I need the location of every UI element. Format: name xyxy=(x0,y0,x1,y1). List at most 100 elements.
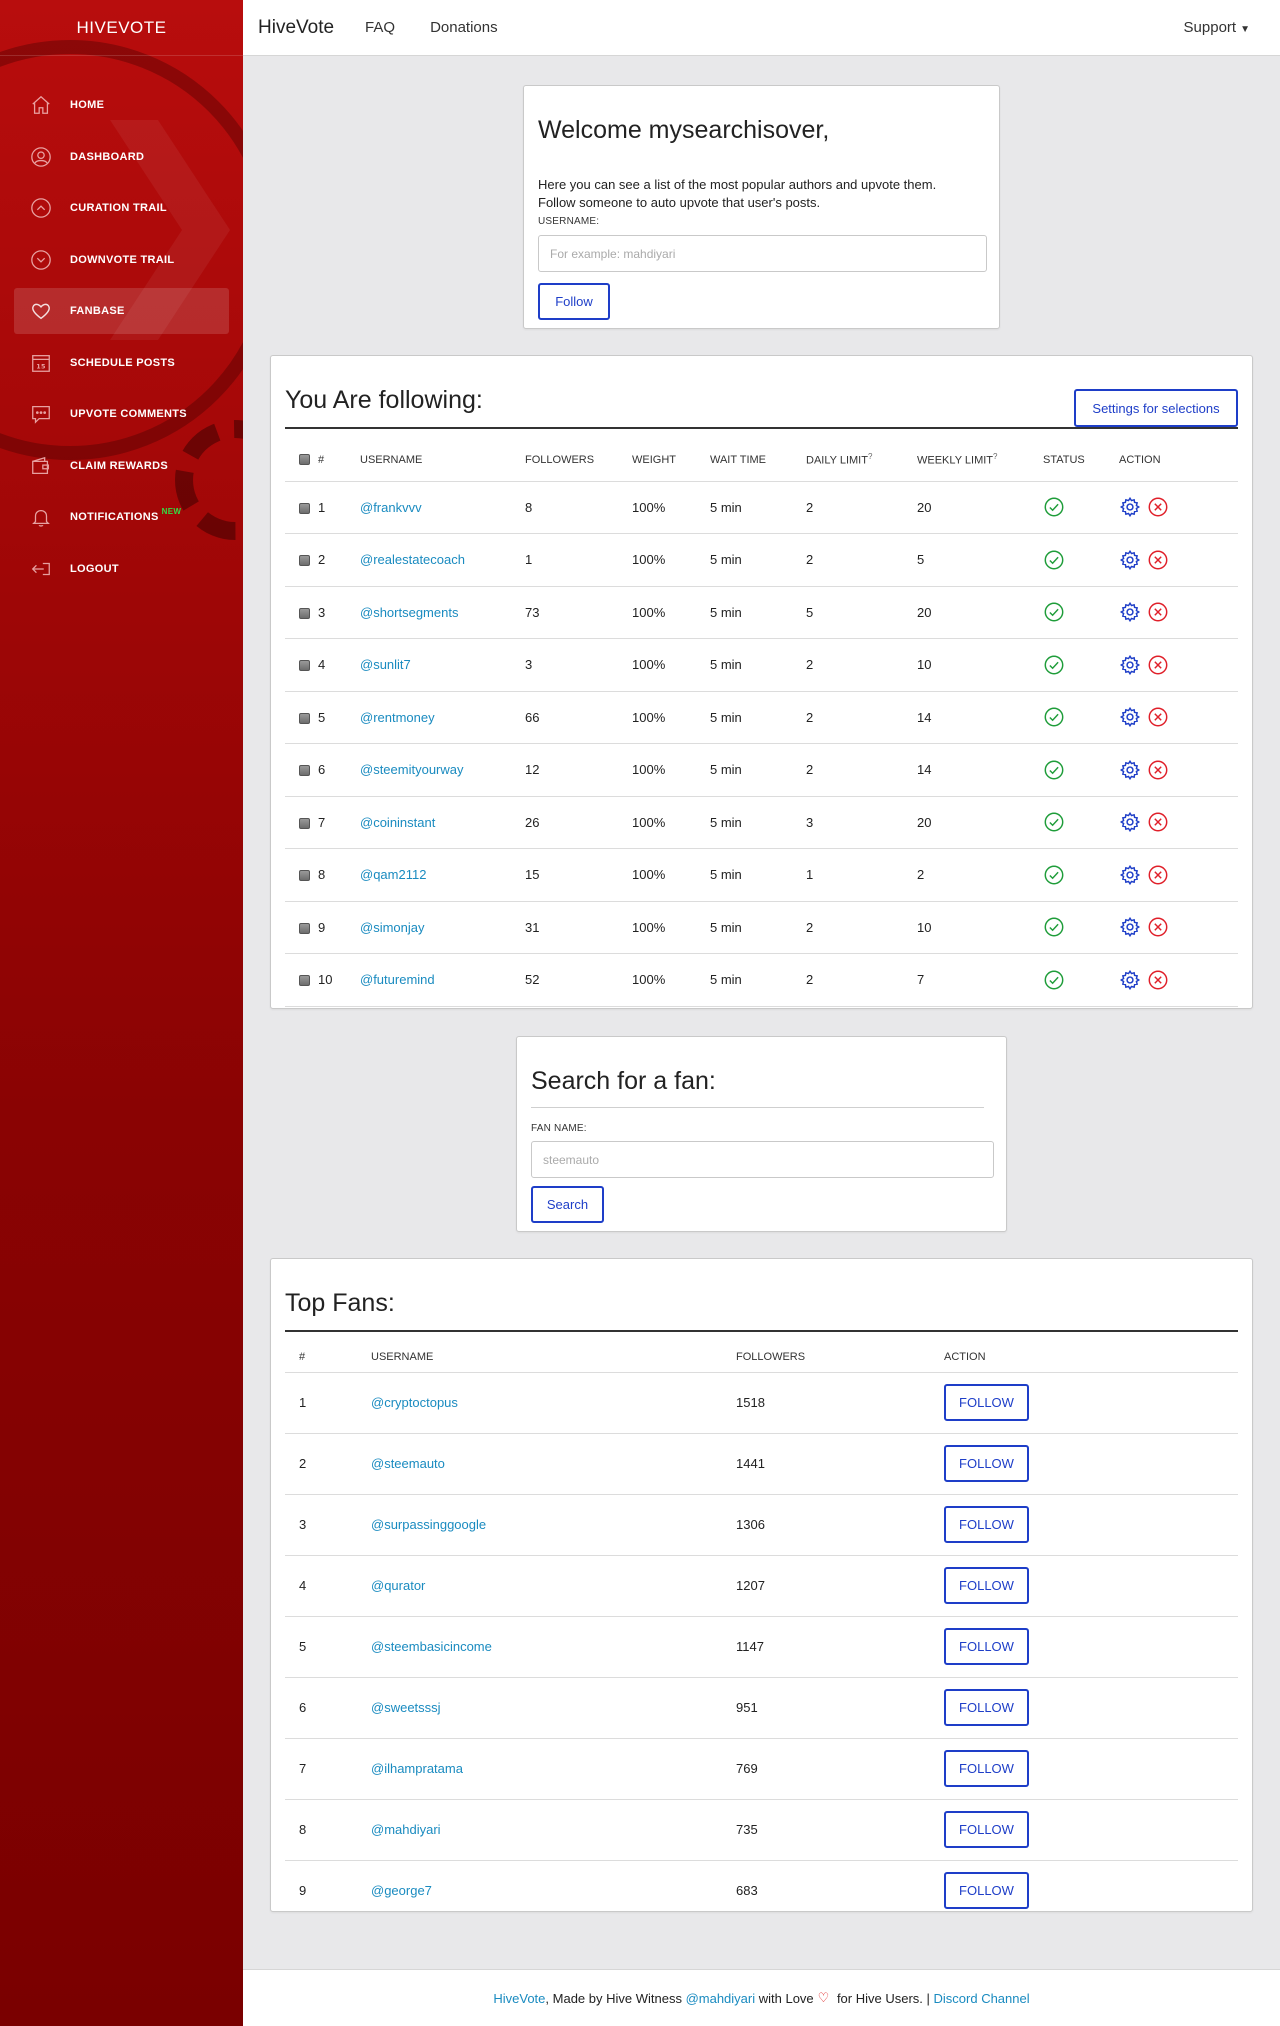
row-checkbox[interactable] xyxy=(299,975,310,987)
username-link[interactable]: @cryptoctopus xyxy=(371,1395,458,1410)
discord-link[interactable]: Discord Channel xyxy=(934,1991,1030,2006)
gear-icon[interactable] xyxy=(1119,601,1141,623)
sidebar-item-upvote-comments[interactable]: UPVOTE COMMENTS xyxy=(14,391,229,437)
username-input[interactable]: For example: mahdiyari xyxy=(538,235,987,272)
username-link[interactable]: @steemityourway xyxy=(360,762,464,777)
donations-link[interactable]: Donations xyxy=(430,19,498,36)
username-link[interactable]: @qam2112 xyxy=(360,867,426,882)
sidebar-item-logout[interactable]: LOGOUT xyxy=(14,546,229,592)
followers-cell: 1 xyxy=(525,533,632,587)
remove-circle-icon[interactable] xyxy=(1147,969,1169,991)
username-link[interactable]: @ilhampratama xyxy=(371,1761,463,1776)
gear-icon[interactable] xyxy=(1119,969,1141,991)
sidebar-item-schedule-posts[interactable]: 15 SCHEDULE POSTS xyxy=(14,340,229,386)
follow-fan-button[interactable]: FOLLOW xyxy=(944,1689,1029,1726)
row-checkbox[interactable] xyxy=(299,712,310,724)
welcome-description: Here you can see a list of the most popu… xyxy=(538,176,936,212)
app-title[interactable]: HiveVote xyxy=(258,17,334,39)
daily-limit-cell: 1 xyxy=(806,848,917,902)
remove-circle-icon[interactable] xyxy=(1147,864,1169,886)
row-checkbox[interactable] xyxy=(299,502,310,514)
gear-icon[interactable] xyxy=(1119,654,1141,676)
username-link[interactable]: @simonjay xyxy=(360,920,425,935)
remove-circle-icon[interactable] xyxy=(1147,601,1169,623)
gear-icon[interactable] xyxy=(1119,549,1141,571)
username-link[interactable]: @surpassinggoogle xyxy=(371,1517,486,1532)
table-row: 7 @ilhampratama 769 FOLLOW xyxy=(285,1738,1238,1800)
weekly-limit-cell: 14 xyxy=(917,743,1043,797)
username-link[interactable]: @sunlit7 xyxy=(360,657,411,672)
username-link[interactable]: @steembasicincome xyxy=(371,1639,492,1654)
remove-circle-icon[interactable] xyxy=(1147,549,1169,571)
username-link[interactable]: @rentmoney xyxy=(360,710,435,725)
user-icon xyxy=(30,146,52,168)
sidebar-item-downvote-trail[interactable]: DOWNVOTE TRAIL xyxy=(14,237,229,283)
col-header-weekly-limit[interactable]: WEEKLY LIMIT? xyxy=(917,439,1043,482)
sidebar-item-claim-rewards[interactable]: CLAIM REWARDS xyxy=(14,443,229,489)
faq-link[interactable]: FAQ xyxy=(365,19,395,36)
username-cell: @frankvvv xyxy=(360,481,525,534)
row-number: 7 xyxy=(318,796,360,849)
username-link[interactable]: @coininstant xyxy=(360,815,435,830)
col-header-daily-limit[interactable]: DAILY LIMIT? xyxy=(806,439,917,482)
gear-icon[interactable] xyxy=(1119,916,1141,938)
follow-fan-button[interactable]: FOLLOW xyxy=(944,1628,1029,1665)
witness-link[interactable]: @mahdiyari xyxy=(686,1991,756,2006)
col-header: USERNAME xyxy=(371,1342,736,1373)
username-link[interactable]: @mahdiyari xyxy=(371,1822,441,1837)
follow-fan-button[interactable]: FOLLOW xyxy=(944,1445,1029,1482)
row-checkbox[interactable] xyxy=(299,765,310,777)
username-link[interactable]: @realestatecoach xyxy=(360,552,465,567)
follow-fan-button[interactable]: FOLLOW xyxy=(944,1384,1029,1421)
sidebar-item-notifications[interactable]: NOTIFICATIONS NEW xyxy=(14,494,229,540)
follow-button[interactable]: Follow xyxy=(538,283,610,320)
row-checkbox[interactable] xyxy=(299,660,310,672)
select-all-checkbox[interactable] xyxy=(299,454,310,466)
sidebar-item-curation-trail[interactable]: CURATION TRAIL xyxy=(14,185,229,231)
username-link[interactable]: @qurator xyxy=(371,1578,425,1593)
check-circle-icon xyxy=(1043,969,1065,991)
remove-circle-icon[interactable] xyxy=(1147,916,1169,938)
gear-icon[interactable] xyxy=(1119,811,1141,833)
sidebar-item-home[interactable]: HOME xyxy=(14,82,229,128)
username-link[interactable]: @sweetsssj xyxy=(371,1700,441,1715)
username-link[interactable]: @george7 xyxy=(371,1883,432,1898)
remove-circle-icon[interactable] xyxy=(1147,811,1169,833)
status-cell xyxy=(1043,691,1119,744)
sidebar-item-dashboard[interactable]: DASHBOARD xyxy=(14,134,229,180)
col-header-label: DAILY LIMIT xyxy=(806,455,868,468)
remove-circle-icon[interactable] xyxy=(1147,706,1169,728)
row-checkbox[interactable] xyxy=(299,607,310,619)
wait-time-cell: 5 min xyxy=(710,848,806,902)
follow-fan-button[interactable]: FOLLOW xyxy=(944,1506,1029,1543)
help-icon[interactable]: ? xyxy=(993,452,997,461)
row-checkbox[interactable] xyxy=(299,817,310,829)
remove-circle-icon[interactable] xyxy=(1147,654,1169,676)
username-link[interactable]: @frankvvv xyxy=(360,500,422,515)
support-dropdown[interactable]: Support ▼ xyxy=(1184,19,1250,36)
row-checkbox[interactable] xyxy=(299,922,310,934)
gear-icon[interactable] xyxy=(1119,759,1141,781)
follow-fan-button[interactable]: FOLLOW xyxy=(944,1872,1029,1909)
username-link[interactable]: @futuremind xyxy=(360,972,435,987)
search-button[interactable]: Search xyxy=(531,1186,604,1223)
row-checkbox[interactable] xyxy=(299,555,310,567)
help-icon[interactable]: ? xyxy=(868,452,872,461)
hivevote-link[interactable]: HiveVote xyxy=(493,1991,545,2006)
follow-fan-button[interactable]: FOLLOW xyxy=(944,1750,1029,1787)
remove-circle-icon[interactable] xyxy=(1147,759,1169,781)
gear-icon[interactable] xyxy=(1119,706,1141,728)
settings-for-selections-button[interactable]: Settings for selections xyxy=(1074,389,1238,427)
username-link[interactable]: @shortsegments xyxy=(360,605,458,620)
fan-name-input[interactable]: steemauto xyxy=(531,1141,994,1178)
gear-icon[interactable] xyxy=(1119,496,1141,518)
follow-fan-button[interactable]: FOLLOW xyxy=(944,1567,1029,1604)
sidebar-brand[interactable]: HIVEVOTE xyxy=(0,0,243,56)
gear-icon[interactable] xyxy=(1119,864,1141,886)
col-header: FOLLOWERS xyxy=(736,1342,944,1373)
username-link[interactable]: @steemauto xyxy=(371,1456,445,1471)
remove-circle-icon[interactable] xyxy=(1147,496,1169,518)
sidebar-item-fanbase[interactable]: FANBASE xyxy=(14,288,229,334)
follow-fan-button[interactable]: FOLLOW xyxy=(944,1811,1029,1848)
row-checkbox[interactable] xyxy=(299,870,310,882)
